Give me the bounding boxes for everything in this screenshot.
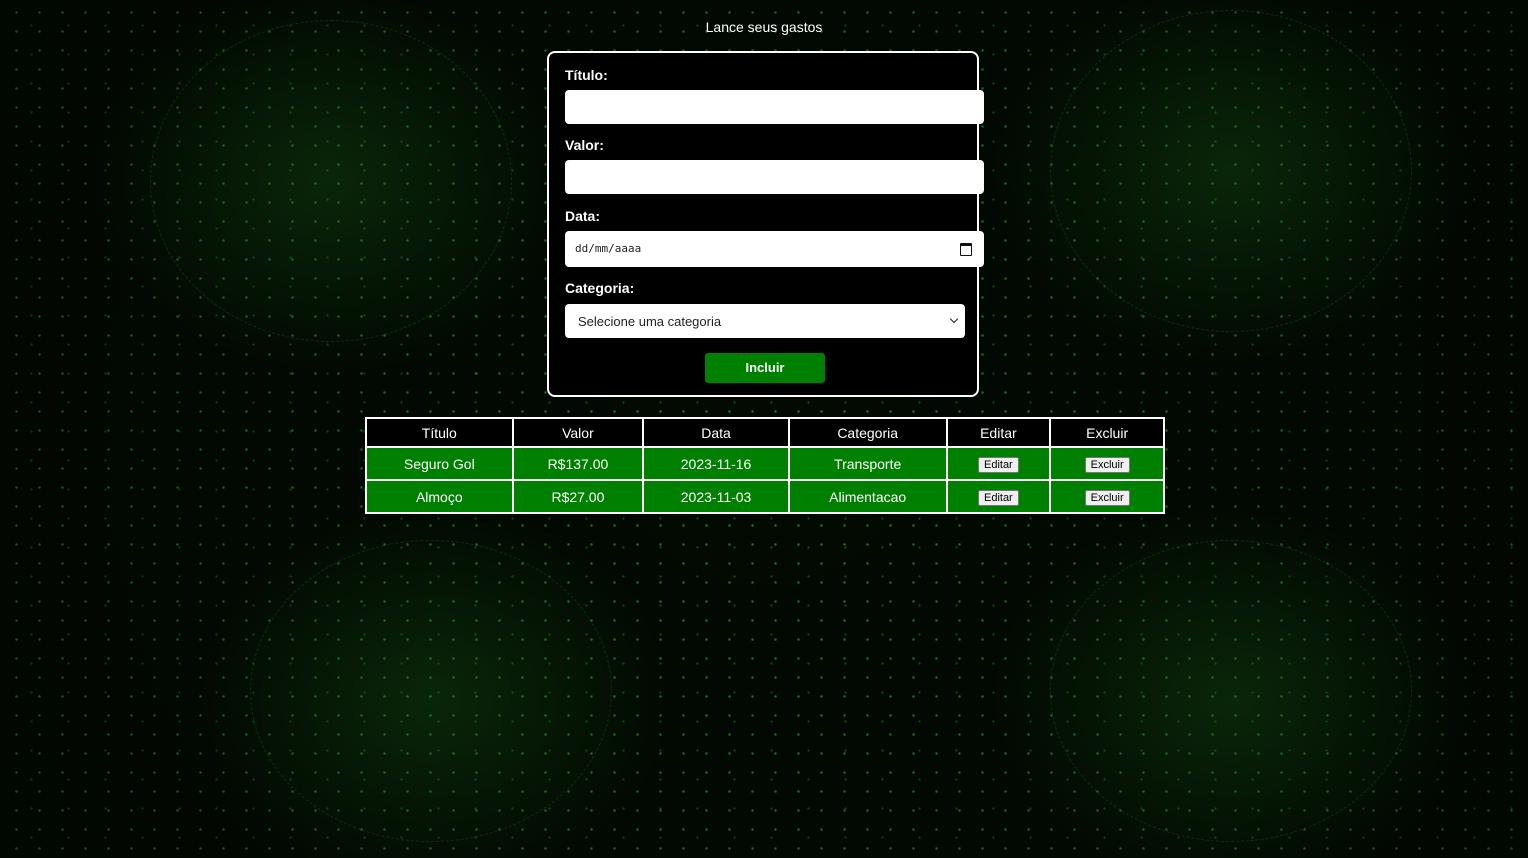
edit-button[interactable]: Editar bbox=[977, 456, 1019, 473]
header-titulo: Título bbox=[365, 417, 514, 448]
cell-data: 2023-11-16 bbox=[642, 446, 790, 481]
table-row: Almoço R$27.00 2023-11-03 Alimentacao Ed… bbox=[365, 479, 1165, 514]
cell-excluir: Excluir bbox=[1049, 446, 1165, 481]
cell-valor: R$27.00 bbox=[511, 479, 645, 514]
page-title: Lance seus gastos bbox=[705, 19, 823, 35]
expenses-table: Título Valor Data Categoria Editar Exclu… bbox=[365, 417, 1165, 514]
valor-input[interactable] bbox=[565, 160, 984, 194]
calendar-icon[interactable] bbox=[960, 243, 972, 256]
data-label: Data: bbox=[565, 208, 601, 224]
header-data: Data bbox=[642, 417, 790, 448]
table-row: Seguro Gol R$137.00 2023-11-16 Transport… bbox=[365, 446, 1165, 481]
titulo-input[interactable] bbox=[565, 90, 984, 124]
cell-data: 2023-11-03 bbox=[642, 479, 790, 514]
cell-categoria: Transporte bbox=[787, 446, 948, 481]
categoria-selected-value: Selecione uma categoria bbox=[578, 314, 722, 329]
delete-button[interactable]: Excluir bbox=[1084, 489, 1130, 506]
expense-form: Título: Valor: Data: dd/mm/aaaa Categori… bbox=[547, 51, 984, 397]
data-input[interactable]: dd/mm/aaaa bbox=[565, 231, 984, 267]
background-swirl bbox=[1050, 10, 1412, 332]
delete-button[interactable]: Excluir bbox=[1084, 456, 1130, 473]
header-valor: Valor bbox=[511, 417, 645, 448]
background-swirl bbox=[150, 20, 512, 342]
cell-titulo: Almoço bbox=[365, 479, 514, 514]
data-placeholder: dd/mm/aaaa bbox=[575, 242, 642, 255]
background-swirl bbox=[250, 540, 612, 842]
background-swirl bbox=[1050, 540, 1412, 842]
cell-editar: Editar bbox=[945, 479, 1052, 514]
header-editar: Editar bbox=[945, 417, 1052, 448]
incluir-button[interactable]: Incluir bbox=[705, 353, 825, 383]
edit-button[interactable]: Editar bbox=[977, 489, 1019, 506]
cell-editar: Editar bbox=[945, 446, 1052, 481]
chevron-down-icon bbox=[949, 314, 959, 324]
header-excluir: Excluir bbox=[1049, 417, 1165, 448]
valor-label: Valor: bbox=[565, 137, 604, 153]
categoria-label: Categoria: bbox=[565, 280, 635, 296]
cell-excluir: Excluir bbox=[1049, 479, 1165, 514]
cell-titulo: Seguro Gol bbox=[365, 446, 514, 481]
categoria-select[interactable]: Selecione uma categoria bbox=[565, 304, 965, 338]
header-categoria: Categoria bbox=[787, 417, 948, 448]
table-header-row: Título Valor Data Categoria Editar Exclu… bbox=[365, 417, 1165, 448]
titulo-label: Título: bbox=[565, 67, 608, 83]
cell-categoria: Alimentacao bbox=[787, 479, 948, 514]
cell-valor: R$137.00 bbox=[511, 446, 645, 481]
